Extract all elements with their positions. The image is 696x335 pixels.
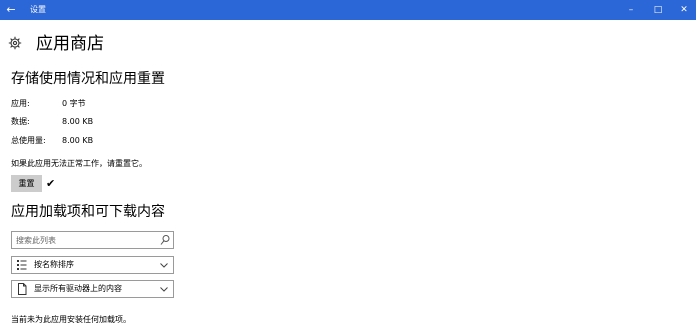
chevron-down-icon (160, 263, 168, 268)
data-size-label: 数据: (11, 117, 30, 126)
page-title: 应用商店 (36, 34, 104, 54)
close-button[interactable]: ✕ (671, 0, 696, 20)
maximize-button[interactable]: □ (645, 0, 671, 20)
back-button[interactable]: ← (0, 0, 22, 20)
drive-filter-label: 显示所有驱动器上的内容 (34, 284, 122, 293)
total-usage-label: 总使用量: (11, 136, 46, 145)
search-icon[interactable] (160, 234, 170, 246)
no-addons-message: 当前未为此应用安装任何加载项。 (11, 315, 131, 324)
title-bar: ← 设置 – □ ✕ (0, 0, 696, 20)
chevron-down-icon (160, 287, 168, 292)
document-icon (18, 283, 27, 295)
minimize-button[interactable]: – (618, 0, 644, 20)
addons-heading: 应用加载项和可下载内容 (11, 204, 165, 220)
sort-dropdown-label: 按名称排序 (34, 260, 74, 269)
sort-dropdown[interactable]: 按名称排序 (11, 256, 174, 274)
checkmark-icon: ✔ (46, 177, 56, 190)
drive-filter-dropdown[interactable]: 显示所有驱动器上的内容 (11, 280, 174, 298)
window-title: 设置 (30, 5, 46, 14)
total-usage-value: 8.00 KB (62, 136, 94, 145)
app-size-label: 应用: (11, 99, 30, 108)
app-size-value: 0 字节 (62, 99, 86, 108)
reset-button[interactable]: 重置 (11, 175, 42, 192)
reset-note: 如果此应用无法正常工作，请重置它。 (11, 159, 147, 168)
storage-heading: 存储使用情况和应用重置 (11, 71, 165, 87)
sort-list-icon (17, 260, 27, 270)
gear-icon (8, 36, 22, 50)
search-box (11, 231, 174, 249)
search-input[interactable] (16, 232, 156, 248)
data-size-value: 8.00 KB (62, 117, 94, 126)
